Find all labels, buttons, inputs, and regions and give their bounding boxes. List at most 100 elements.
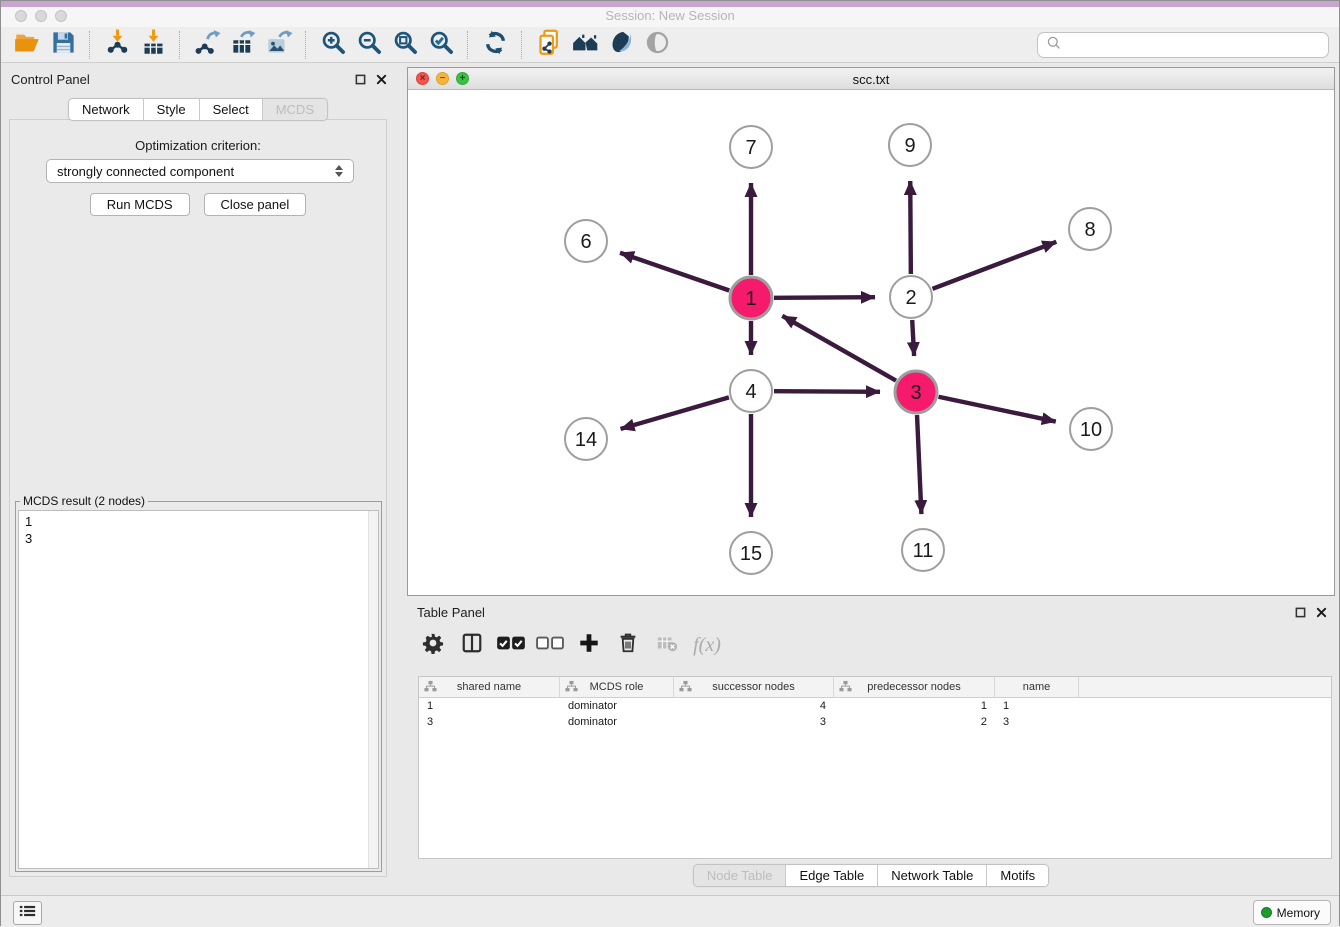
export-network-button[interactable] [189, 29, 225, 61]
close-table-panel-icon[interactable] [1316, 605, 1327, 623]
import-network-button[interactable] [99, 29, 135, 61]
deselect-all-button[interactable] [535, 630, 565, 660]
open-folder-icon [14, 29, 41, 61]
columns-icon [461, 632, 483, 659]
graph-node-4[interactable]: 4 [730, 370, 772, 412]
float-table-panel-icon[interactable] [1295, 605, 1306, 623]
control-panel-tabs: NetworkStyleSelectMCDS [68, 98, 328, 121]
graph-node-1[interactable]: 1 [730, 277, 772, 319]
zoom-in-icon [320, 29, 347, 61]
column-header-shared-name[interactable]: shared name [419, 677, 560, 697]
export-image-button[interactable] [261, 29, 297, 61]
zoom-fit-button[interactable] [387, 29, 423, 61]
column-header-predecessor-nodes[interactable]: predecessor nodes [834, 677, 995, 697]
graph-node-2[interactable]: 2 [890, 276, 932, 318]
graph-node-label: 10 [1080, 419, 1102, 441]
graph-edge-1-2[interactable] [774, 297, 875, 298]
cell-shared-name[interactable]: 3 [419, 716, 560, 728]
select-all-button[interactable] [496, 630, 526, 660]
cell-shared-name[interactable]: 1 [419, 700, 560, 712]
zoom-out-button[interactable] [351, 29, 387, 61]
cell-predecessor-nodes[interactable]: 2 [834, 716, 995, 728]
show-graphics-details-button[interactable] [603, 29, 639, 61]
export-table-button[interactable] [225, 29, 261, 61]
control-tab-mcds[interactable]: MCDS [263, 99, 327, 120]
control-tab-select[interactable]: Select [200, 99, 263, 120]
save-session-button[interactable] [45, 29, 81, 61]
cell-mcds-role[interactable]: dominator [560, 716, 674, 728]
close-panel-icon[interactable] [376, 72, 387, 90]
titlebar-accent-strip [1, 1, 1339, 7]
control-tab-network[interactable]: Network [69, 99, 144, 120]
birds-eye-view-button[interactable] [639, 29, 675, 61]
graph-edge-4-3[interactable] [774, 391, 880, 392]
mcds-result-lines: 13 [19, 511, 378, 549]
fx-icon: f(x) [691, 634, 721, 657]
float-panel-icon[interactable] [355, 72, 366, 90]
cell-mcds-role[interactable]: dominator [560, 700, 674, 712]
graph-edge-2-8[interactable] [933, 242, 1057, 289]
graph-edge-2-3[interactable] [912, 320, 914, 356]
node-table[interactable]: shared nameMCDS role successor nodes prede… [418, 676, 1332, 859]
table-row[interactable]: 1dominator411 [419, 698, 1331, 714]
column-header-mcds-role[interactable]: MCDS role [560, 677, 674, 697]
graph-edge-4-14[interactable] [621, 397, 729, 429]
table-tab-motifs[interactable]: Motifs [987, 865, 1048, 886]
graph-edge-3-10[interactable] [939, 397, 1056, 422]
toolbar-separator [89, 31, 91, 59]
graph-node-6[interactable]: 6 [565, 220, 607, 262]
graph-edge-3-1[interactable] [782, 316, 896, 381]
graph-edge-1-6[interactable] [620, 253, 729, 291]
zoom-fit-icon [392, 29, 419, 61]
graph-edge-2-9[interactable] [910, 181, 911, 274]
cell-successor-nodes[interactable]: 4 [674, 700, 834, 712]
table-panel: Table Panel f(x) shared nameMCDS rolesuc… [407, 596, 1335, 895]
close-panel-button[interactable]: Close panel [204, 193, 307, 216]
mcds-result-textarea[interactable]: 13 [18, 510, 379, 869]
table-tab-network-table[interactable]: Network Table [878, 865, 987, 886]
column-visibility-button[interactable] [457, 630, 487, 660]
search-field[interactable] [1037, 32, 1329, 58]
task-history-button[interactable] [13, 901, 42, 925]
table-settings-button[interactable] [418, 630, 448, 660]
import-network-icon [104, 29, 131, 61]
column-header-name[interactable]: name [995, 677, 1079, 697]
table-tab-edge-table[interactable]: Edge Table [786, 865, 878, 886]
graph-node-9[interactable]: 9 [889, 124, 931, 166]
table-tab-node-table[interactable]: Node Table [694, 865, 787, 886]
graph-node-8[interactable]: 8 [1069, 208, 1111, 250]
open-session-button[interactable] [9, 29, 45, 61]
add-column-button[interactable] [574, 630, 604, 660]
control-tab-style[interactable]: Style [144, 99, 200, 120]
home-button[interactable] [567, 29, 603, 61]
column-header-label: successor nodes [712, 681, 795, 693]
cell-predecessor-nodes[interactable]: 1 [834, 700, 995, 712]
clone-network-button[interactable] [531, 29, 567, 61]
function-builder-button[interactable]: f(x) [691, 630, 721, 660]
run-mcds-button[interactable]: Run MCDS [90, 193, 190, 216]
network-canvas[interactable]: 7 9 6 8 1 2 4 3 14 10 15 11 [408, 90, 1334, 595]
cell-name[interactable]: 1 [995, 700, 1079, 712]
graph-node-7[interactable]: 7 [730, 126, 772, 168]
unchecked-boxes-icon [535, 633, 565, 658]
zoom-selected-button[interactable] [423, 29, 459, 61]
zoom-in-button[interactable] [315, 29, 351, 61]
graph-node-3[interactable]: 3 [895, 371, 937, 413]
import-table-button[interactable] [135, 29, 171, 61]
memory-button[interactable]: Memory [1253, 900, 1331, 925]
delete-table-button[interactable] [652, 630, 682, 660]
table-row[interactable]: 3dominator323 [419, 714, 1331, 730]
cell-successor-nodes[interactable]: 3 [674, 716, 834, 728]
graph-node-10[interactable]: 10 [1070, 408, 1112, 450]
search-input[interactable] [1068, 37, 1320, 54]
graph-node-14[interactable]: 14 [565, 418, 607, 460]
graph-node-15[interactable]: 15 [730, 532, 772, 574]
refresh-view-button[interactable] [477, 29, 513, 61]
result-scrollbar[interactable] [368, 511, 378, 868]
criterion-dropdown[interactable]: strongly connected component [46, 159, 354, 183]
delete-column-button[interactable] [613, 630, 643, 660]
column-header-successor-nodes[interactable]: successor nodes [674, 677, 834, 697]
graph-edge-3-11[interactable] [917, 415, 921, 514]
cell-name[interactable]: 3 [995, 716, 1079, 728]
graph-node-11[interactable]: 11 [902, 529, 944, 571]
